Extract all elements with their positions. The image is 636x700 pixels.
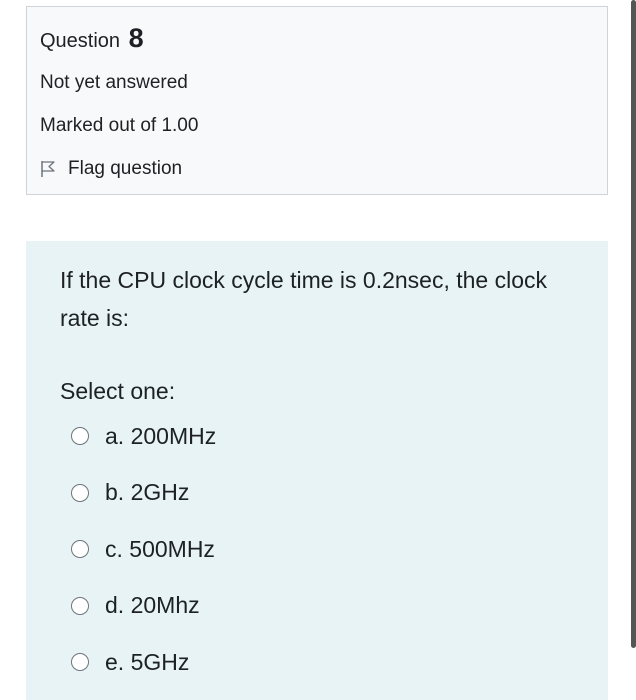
question-heading: Question 8 <box>40 23 144 56</box>
question-info-panel: Question 8 Not yet answered Marked out o… <box>26 6 608 195</box>
question-text: If the CPU clock cycle time is 0.2nsec, … <box>60 267 548 331</box>
question-content: If the CPU clock cycle time is 0.2nsec, … <box>26 241 608 700</box>
answer-radio-d[interactable] <box>71 596 89 615</box>
select-prompt: Select one: <box>60 378 176 404</box>
question-grade: Marked out of 1.00 <box>40 115 199 136</box>
answer-label-b[interactable]: b. 2GHz <box>105 479 189 506</box>
answer-radio-a[interactable] <box>71 427 89 445</box>
flag-question-button[interactable]: Flag question <box>40 155 182 183</box>
answer-option-d[interactable]: d. 20Mhz <box>71 587 216 625</box>
question-number: 8 <box>128 23 144 53</box>
scrollbar-thumb[interactable] <box>631 0 636 648</box>
scrollbar[interactable] <box>630 0 636 700</box>
answer-option-b[interactable]: b. 2GHz <box>71 474 216 512</box>
answer-label-a[interactable]: a. 200MHz <box>105 423 216 450</box>
answer-label-c[interactable]: c. 500MHz <box>105 536 215 563</box>
answer-radio-c[interactable] <box>71 540 89 558</box>
answer-label-d[interactable]: d. 20Mhz <box>105 592 200 619</box>
flag-outline-icon <box>40 160 56 178</box>
answer-label-e[interactable]: e. 5GHz <box>105 649 189 676</box>
answer-option-c[interactable]: c. 500MHz <box>71 530 216 568</box>
answer-radio-e[interactable] <box>71 653 89 671</box>
answer-option-a[interactable]: a. 200MHz <box>71 417 216 455</box>
answer-option-e[interactable]: e. 5GHz <box>71 643 216 681</box>
quiz-page: Question 8 Not yet answered Marked out o… <box>0 0 636 700</box>
answer-radio-b[interactable] <box>71 483 89 502</box>
question-state: Not yet answered <box>40 72 188 93</box>
flag-question-label: Flag question <box>68 158 183 179</box>
question-label: Question <box>40 30 121 52</box>
answer-list: a. 200MHz b. 2GHz c. 500MHz d. 20Mhz e. … <box>71 417 216 700</box>
